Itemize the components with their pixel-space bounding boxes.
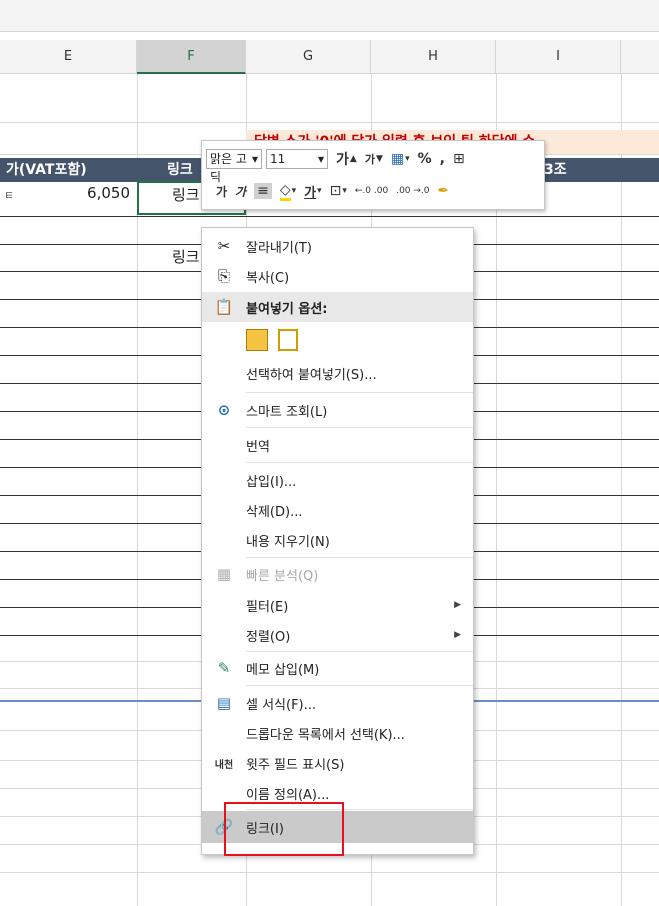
column-header-e[interactable]: E xyxy=(0,40,137,74)
menu-label: 필터(E) xyxy=(246,599,289,615)
column-headers: E F G H I xyxy=(0,40,659,74)
menu-item-smart-lookup[interactable]: ⊙ 스마트 조회(L) xyxy=(202,395,473,425)
phonetic-icon: 내천 xyxy=(214,759,234,771)
paintbrush-icon: ✒ xyxy=(437,183,450,199)
menu-label: 셀 서식(F)... xyxy=(246,697,317,713)
menu-item-pick-from-list[interactable]: 드롭다운 목록에서 선택(K)... xyxy=(202,718,473,748)
merge-center-button[interactable]: ⊞ xyxy=(453,151,465,167)
menu-label: 잘라내기(T) xyxy=(246,240,312,256)
row1-mark: ㅌ xyxy=(4,189,15,202)
menu-label: 이름 정의(A)... xyxy=(246,787,330,803)
menu-label: 빠른 분석(Q) xyxy=(246,568,319,584)
row1-price[interactable]: 6,050 xyxy=(60,184,130,202)
smart-lookup-icon: ⊙ xyxy=(217,401,231,419)
menu-item-clear-contents[interactable]: 내용 지우기(N) xyxy=(202,525,473,555)
menu-item-phonetic[interactable]: 내천 윗주 필드 표시(S) xyxy=(202,748,473,778)
scissors-icon: ✂ xyxy=(217,237,231,255)
paste-values-icon[interactable] xyxy=(278,329,298,351)
menu-label: 윗주 필드 표시(S) xyxy=(246,757,345,773)
column-header-g[interactable]: G xyxy=(246,40,371,74)
context-menu: ✂ 잘라내기(T) ⎘ 복사(C) 📋 붙여넣기 옵션: 선택하여 붙여넣기(S… xyxy=(201,227,474,855)
italic-button[interactable]: 가 xyxy=(235,183,246,200)
font-name-value: 맑은 고딕 xyxy=(210,152,247,184)
submenu-arrow-icon: ▶ xyxy=(454,630,461,640)
menu-section-paste-options: 📋 붙여넣기 옵션: xyxy=(202,292,473,322)
column-header-j[interactable] xyxy=(621,40,659,74)
menu-label: 정렬(O) xyxy=(246,629,291,645)
paste-icon: 📋 xyxy=(214,298,234,316)
menu-item-sort[interactable]: 정렬(O) ▶ xyxy=(202,620,473,650)
format-painter-button[interactable]: ✒ xyxy=(438,183,450,199)
chevron-down-icon: ▾ xyxy=(317,152,324,166)
paint-bucket-icon: ◇ xyxy=(279,182,291,201)
menu-label: 삽입(I)... xyxy=(246,474,297,490)
ribbon-area xyxy=(0,0,659,32)
font-size-select[interactable]: 11 ▾ xyxy=(266,149,328,169)
paste-formatting-icon[interactable] xyxy=(246,329,268,351)
submenu-arrow-icon: ▶ xyxy=(454,600,461,610)
menu-label: 메모 삽입(M) xyxy=(246,662,320,678)
menu-label: 복사(C) xyxy=(246,270,290,286)
paste-options-row xyxy=(202,325,473,355)
menu-item-format-cells[interactable]: ▤ 셀 서식(F)... xyxy=(202,688,473,718)
menu-label: 번역 xyxy=(246,439,270,455)
grow-font-icon: 가 xyxy=(336,152,349,168)
align-center-button[interactable]: ≡ xyxy=(254,183,272,199)
bold-button[interactable]: 가 xyxy=(216,183,227,200)
decrease-decimal-button[interactable]: .00 →.0 xyxy=(396,186,429,196)
menu-item-insert-comment[interactable]: ✎ 메모 삽입(M) xyxy=(202,653,473,683)
menu-item-translate[interactable]: 번역 xyxy=(202,430,473,460)
merge-icon: ⊞ xyxy=(452,151,465,167)
format-cells-icon: ▤ xyxy=(216,694,232,712)
column-header-h[interactable]: H xyxy=(371,40,496,74)
align-center-icon: ≡ xyxy=(257,183,269,199)
insert-comment-icon: ✎ xyxy=(217,659,231,677)
borders-button[interactable]: ⊡ ▾ xyxy=(330,183,347,199)
comma-style-button[interactable]: , xyxy=(440,151,445,167)
menu-item-paste-special[interactable]: 선택하여 붙여넣기(S)... xyxy=(202,358,473,388)
row2-link[interactable]: 링크 xyxy=(172,246,200,267)
menu-item-insert[interactable]: 삽입(I)... xyxy=(202,465,473,495)
menu-item-filter[interactable]: 필터(E) ▶ xyxy=(202,590,473,620)
menu-label: 내용 지우기(N) xyxy=(246,534,330,550)
menu-label: 선택하여 붙여넣기(S)... xyxy=(246,367,377,383)
column-header-i[interactable]: I xyxy=(496,40,621,74)
percent-style-button[interactable]: % xyxy=(418,151,432,167)
column-header-f[interactable]: F xyxy=(137,40,246,74)
font-name-select[interactable]: 맑은 고딕 ▾ xyxy=(206,149,262,184)
menu-label: 드롭다운 목록에서 선택(K)... xyxy=(246,727,405,743)
font-color-icon: 가 xyxy=(304,185,317,201)
menu-item-delete[interactable]: 삭제(D)... xyxy=(202,495,473,525)
mini-toolbar: 맑은 고딕 ▾ 11 ▾ 가 ▲ 가 ▼ ▦ ▾ % , ⊞ 가 가 ≡ ◇ ▾ 가 ▾ ⊡ ▾… xyxy=(201,140,545,210)
menu-item-cut[interactable]: ✂ 잘라내기(T) xyxy=(202,231,473,261)
menu-item-quick-analysis[interactable]: ▦ 빠른 분석(Q) xyxy=(202,559,473,589)
font-size-value: 11 xyxy=(270,152,286,166)
copy-icon: ⎘ xyxy=(217,267,230,285)
chevron-down-icon: ▾ xyxy=(251,152,258,166)
grow-font-button[interactable]: 가 ▲ xyxy=(336,149,357,169)
menu-label: 삭제(D)... xyxy=(246,504,303,520)
shrink-font-icon: 가 xyxy=(364,153,375,166)
font-color-button[interactable]: 가 ▾ xyxy=(304,182,322,201)
menu-label: 스마트 조회(L) xyxy=(246,404,328,420)
shrink-font-button[interactable]: 가 ▼ xyxy=(365,151,383,167)
cell-style-button[interactable]: ▦ ▾ xyxy=(391,151,410,167)
menu-label: 붙여넣기 옵션: xyxy=(246,301,328,317)
quick-analysis-icon: ▦ xyxy=(216,565,232,583)
header-price: 가(VAT포함) xyxy=(0,158,137,182)
border-icon: ⊡ xyxy=(329,183,342,199)
cell-style-icon: ▦ xyxy=(390,151,405,167)
fill-color-button[interactable]: ◇ ▾ xyxy=(279,182,296,201)
highlight-annotation xyxy=(224,802,344,856)
menu-item-copy[interactable]: ⎘ 복사(C) xyxy=(202,261,473,291)
increase-decimal-button[interactable]: ←.0 .00 xyxy=(355,186,388,196)
